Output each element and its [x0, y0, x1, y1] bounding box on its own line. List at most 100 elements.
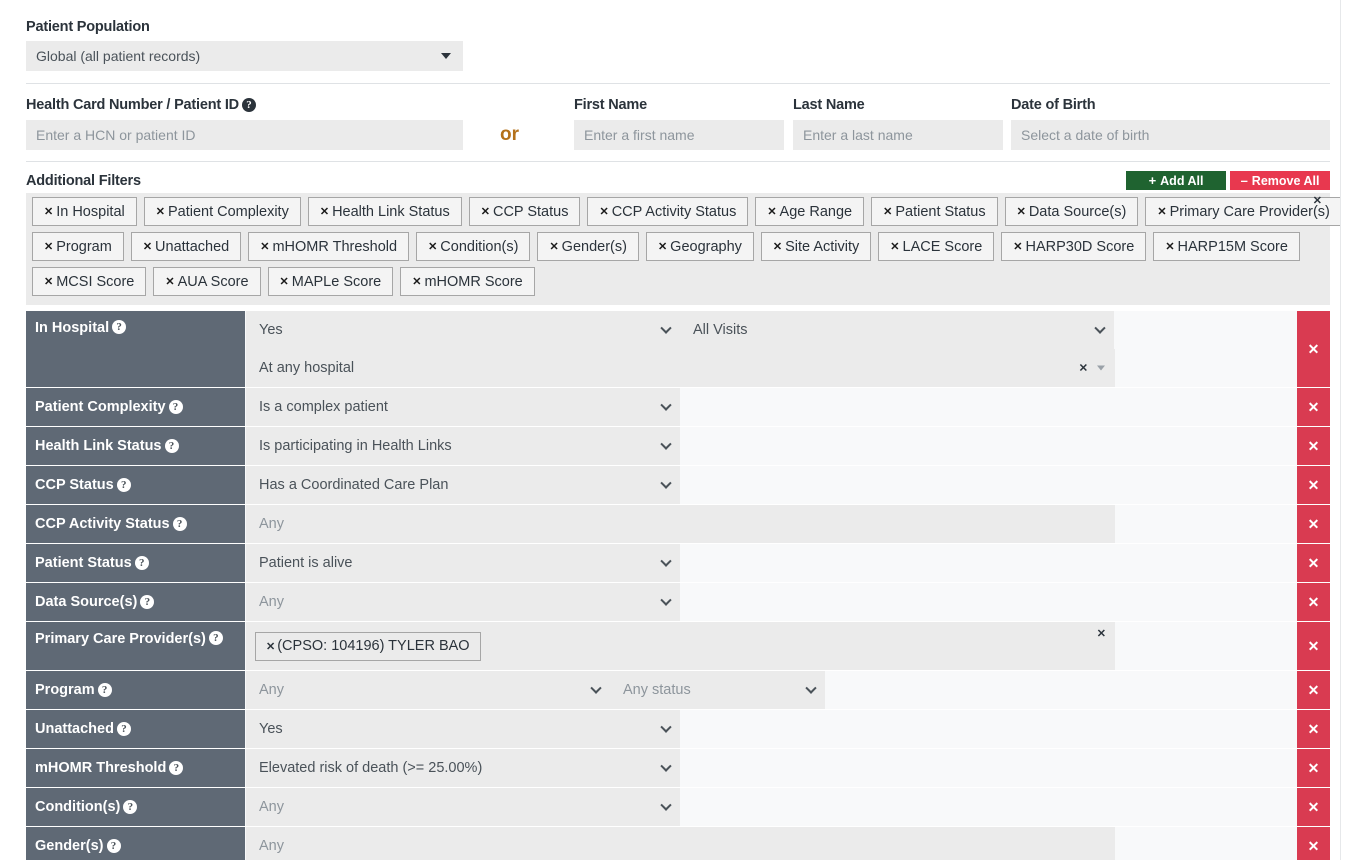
remove-filter-button-data-source-s[interactable]: ✕	[1297, 583, 1330, 621]
provider-token[interactable]: ✕ (CPSO: 104196) TYLER BAO	[255, 631, 481, 661]
tag-remove-icon[interactable]: ✕	[428, 240, 437, 253]
token-remove-icon[interactable]: ✕	[266, 640, 275, 653]
filter-tag-ccp-activity-status[interactable]: ✕ CCP Activity Status	[587, 197, 749, 226]
remove-filter-button-ccp-activity-status[interactable]: ✕	[1297, 505, 1330, 543]
tag-remove-icon[interactable]: ✕	[320, 205, 329, 218]
tag-remove-icon[interactable]: ✕	[412, 275, 421, 288]
select-condition-s[interactable]: Any	[246, 788, 680, 826]
filter-tag-geography[interactable]: ✕ Geography	[645, 232, 754, 261]
filter-tag-data-source-s[interactable]: ✕ Data Source(s)	[1004, 197, 1139, 226]
scrollbar-gutter[interactable]	[1340, 0, 1359, 860]
remove-filter-button-patient-complexity[interactable]: ✕	[1297, 388, 1330, 426]
remove-filter-button-in-hospital[interactable]: ✕	[1297, 311, 1330, 387]
filter-tag-in-hospital[interactable]: ✕ In Hospital	[32, 197, 137, 226]
remove-filter-button-mhomr-threshold[interactable]: ✕	[1297, 749, 1330, 787]
help-icon[interactable]: ?	[116, 722, 131, 736]
select-ccp-status[interactable]: Has a Coordinated Care Plan	[246, 466, 680, 504]
filter-tag-maple-score[interactable]: ✕ MAPLe Score	[267, 267, 394, 296]
tag-remove-icon[interactable]: ✕	[44, 275, 53, 288]
tag-remove-icon[interactable]: ✕	[883, 205, 892, 218]
help-icon[interactable]: ?	[106, 839, 121, 853]
filter-tag-harp15m-score[interactable]: ✕ HARP15M Score	[1153, 232, 1300, 261]
clear-all-icon[interactable]: ✕	[1097, 627, 1106, 640]
select-unattached[interactable]: Yes	[246, 710, 680, 748]
tag-remove-icon[interactable]: ✕	[481, 205, 490, 218]
filter-tag-patient-status[interactable]: ✕ Patient Status	[871, 197, 998, 226]
select-patient-status[interactable]: Patient is alive	[246, 544, 680, 582]
help-icon[interactable]: ?	[168, 400, 183, 414]
filter-tag-site-activity[interactable]: ✕ Site Activity	[760, 232, 872, 261]
select-in-hospital-visits[interactable]: All Visits	[680, 311, 1114, 349]
filter-tag-condition-s[interactable]: ✕ Condition(s)	[416, 232, 531, 261]
remove-filter-button-condition-s[interactable]: ✕	[1297, 788, 1330, 826]
tag-remove-icon[interactable]: ✕	[1013, 240, 1022, 253]
filter-tag-gender-s[interactable]: ✕ Gender(s)	[537, 232, 639, 261]
remove-filter-button-program[interactable]: ✕	[1297, 671, 1330, 709]
filter-tag-lace-score[interactable]: ✕ LACE Score	[878, 232, 995, 261]
select-gender-s[interactable]: Any	[246, 827, 1115, 860]
remove-all-button[interactable]: – Remove All	[1230, 171, 1330, 190]
select-mhomr-threshold[interactable]: Elevated risk of death (>= 25.00%)	[246, 749, 680, 787]
tag-remove-icon[interactable]: ✕	[44, 240, 53, 253]
tag-remove-icon[interactable]: ✕	[599, 205, 608, 218]
select-in-hospital[interactable]: Yes	[246, 311, 680, 349]
tag-remove-icon[interactable]: ✕	[890, 240, 899, 253]
select-data-source-s[interactable]: Any	[246, 583, 680, 621]
filter-tag-mcsi-score[interactable]: ✕ MCSI Score	[32, 267, 147, 296]
filter-tag-age-range[interactable]: ✕ Age Range	[755, 197, 865, 226]
tag-remove-icon[interactable]: ✕	[280, 275, 289, 288]
filter-tag-aua-score[interactable]: ✕ AUA Score	[153, 267, 261, 296]
patient-population-select[interactable]: Global (all patient records)	[26, 41, 463, 71]
hospital-token-select[interactable]: At any hospital ✕	[246, 349, 1115, 387]
help-icon[interactable]: ?	[169, 761, 184, 775]
tag-remove-icon[interactable]: ✕	[156, 205, 165, 218]
help-icon[interactable]: ?	[116, 478, 131, 492]
date-of-birth-input[interactable]: Select a date of birth	[1011, 120, 1330, 150]
filter-tag-ccp-status[interactable]: ✕ CCP Status	[468, 197, 581, 226]
help-icon[interactable]: ?	[134, 556, 149, 570]
remove-filter-button-primary-care-provider-s[interactable]: ✕	[1297, 622, 1330, 670]
close-icon[interactable]: ✕	[1313, 196, 1322, 207]
remove-filter-button-unattached[interactable]: ✕	[1297, 710, 1330, 748]
tag-remove-icon[interactable]: ✕	[143, 240, 152, 253]
remove-filter-button-health-link-status[interactable]: ✕	[1297, 427, 1330, 465]
filter-tag-health-link-status[interactable]: ✕ Health Link Status	[307, 197, 462, 226]
filter-tag-harp30d-score[interactable]: ✕ HARP30D Score	[1001, 232, 1147, 261]
filter-tag-mhomr-threshold[interactable]: ✕ mHOMR Threshold	[248, 232, 410, 261]
tag-remove-icon[interactable]: ✕	[773, 240, 782, 253]
tag-remove-icon[interactable]: ✕	[1157, 205, 1166, 218]
tag-remove-icon[interactable]: ✕	[767, 205, 776, 218]
tag-remove-icon[interactable]: ✕	[549, 240, 558, 253]
provider-token-area[interactable]: ✕ (CPSO: 104196) TYLER BAO ✕	[246, 622, 1115, 670]
tag-remove-icon[interactable]: ✕	[1017, 205, 1026, 218]
help-icon[interactable]: ?	[172, 517, 187, 531]
tag-remove-icon[interactable]: ✕	[1165, 240, 1174, 253]
hcn-input[interactable]: Enter a HCN or patient ID	[26, 120, 463, 150]
select-ccp-activity-status[interactable]: Any	[246, 505, 1115, 543]
help-icon[interactable]: ?	[123, 800, 138, 814]
remove-filter-button-patient-status[interactable]: ✕	[1297, 544, 1330, 582]
filter-tag-unattached[interactable]: ✕ Unattached	[130, 232, 242, 261]
remove-filter-button-ccp-status[interactable]: ✕	[1297, 466, 1330, 504]
remove-filter-button-gender-s[interactable]: ✕	[1297, 827, 1330, 860]
tag-remove-icon[interactable]: ✕	[658, 240, 667, 253]
clear-icon[interactable]: ✕	[1079, 362, 1088, 375]
help-icon[interactable]: ?	[97, 683, 112, 697]
select-program-status[interactable]: Any status	[610, 671, 825, 709]
help-icon[interactable]: ?	[164, 439, 179, 453]
help-icon[interactable]: ?	[241, 98, 256, 112]
help-icon[interactable]: ?	[140, 595, 155, 609]
tag-remove-icon[interactable]: ✕	[44, 205, 53, 218]
filter-tag-patient-complexity[interactable]: ✕ Patient Complexity	[143, 197, 301, 226]
help-icon[interactable]: ?	[112, 320, 127, 334]
add-all-button[interactable]: + Add All	[1126, 171, 1226, 190]
select-patient-complexity[interactable]: Is a complex patient	[246, 388, 680, 426]
select-program[interactable]: Any	[246, 671, 610, 709]
help-icon[interactable]: ?	[208, 631, 223, 645]
last-name-input[interactable]: Enter a last name	[793, 120, 1003, 150]
filter-tag-program[interactable]: ✕ Program	[32, 232, 124, 261]
filter-tag-mhomr-score[interactable]: ✕ mHOMR Score	[400, 267, 535, 296]
first-name-input[interactable]: Enter a first name	[574, 120, 784, 150]
tag-remove-icon[interactable]: ✕	[260, 240, 269, 253]
select-health-link-status[interactable]: Is participating in Health Links	[246, 427, 680, 465]
